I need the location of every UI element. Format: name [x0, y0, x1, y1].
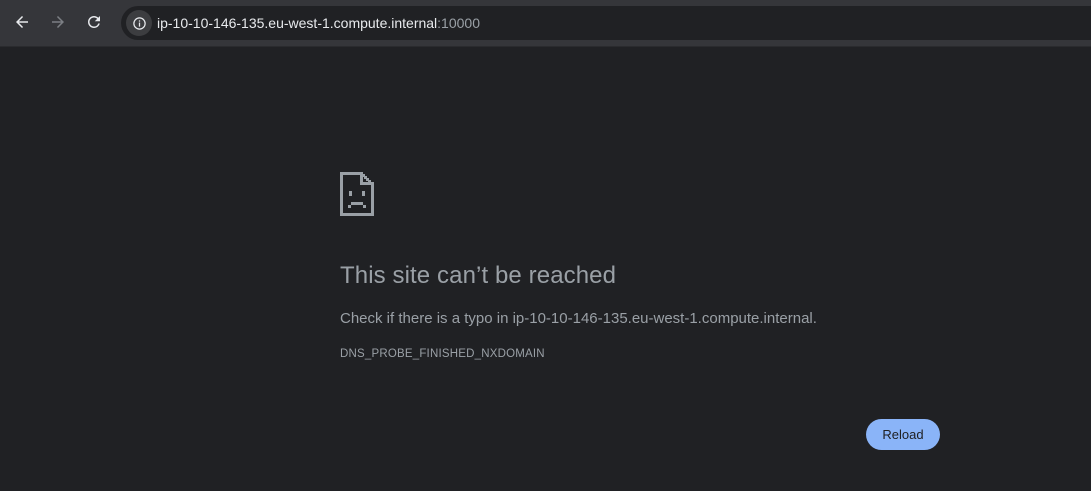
- reload-icon: [88, 15, 100, 28]
- error-title: This site can’t be reached: [340, 262, 617, 289]
- error-code: DNS_PROBE_FINISHED_NXDOMAIN: [340, 348, 545, 360]
- reload-button[interactable]: Reload: [866, 419, 940, 450]
- url-host: ip-10-10-146-135.eu-west-1.compute.inter…: [157, 15, 438, 31]
- site-info-button[interactable]: [126, 10, 152, 36]
- sad-page-icon: [340, 172, 374, 216]
- reload-toolbar-button[interactable]: [79, 7, 109, 37]
- address-bar[interactable]: ip-10-10-146-135.eu-west-1.compute.inter…: [121, 6, 1091, 40]
- forward-arrow-icon: [52, 16, 64, 28]
- forward-button[interactable]: [43, 7, 73, 37]
- back-button[interactable]: [7, 7, 37, 37]
- info-icon: [132, 16, 146, 30]
- url-port: :10000: [437, 15, 480, 31]
- browser-toolbar: ip-10-10-146-135.eu-west-1.compute.inter…: [0, 0, 1091, 47]
- url-text[interactable]: ip-10-10-146-135.eu-west-1.compute.inter…: [157, 6, 480, 40]
- back-arrow-icon: [16, 16, 28, 28]
- error-description: Check if there is a typo in ip-10-10-146…: [340, 310, 817, 327]
